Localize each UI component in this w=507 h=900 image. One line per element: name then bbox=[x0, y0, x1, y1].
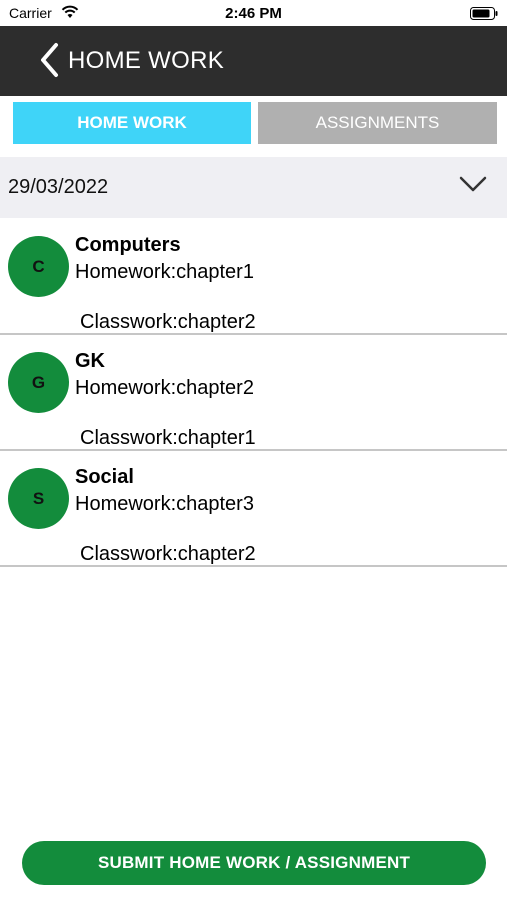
list-item[interactable]: S Social Homework:chapter3 Classwork:cha… bbox=[0, 451, 507, 567]
classwork-text: Classwork:chapter2 bbox=[80, 311, 256, 333]
page-title: HOME WORK bbox=[68, 47, 225, 74]
navigation-bar: HOME WORK bbox=[0, 26, 507, 96]
avatar: C bbox=[8, 236, 69, 297]
homework-text: Homework:chapter3 bbox=[75, 493, 254, 515]
avatar: S bbox=[8, 468, 69, 529]
homework-text: Homework:chapter1 bbox=[75, 261, 254, 283]
back-chevron-icon[interactable] bbox=[38, 42, 60, 78]
classwork-text: Classwork:chapter1 bbox=[80, 427, 256, 449]
subject-name: Computers bbox=[75, 234, 181, 256]
status-time: 2:46 PM bbox=[225, 5, 282, 22]
date-selector[interactable]: 29/03/2022 bbox=[0, 157, 507, 218]
avatar: G bbox=[8, 352, 69, 413]
tab-assignments[interactable]: ASSIGNMENTS bbox=[258, 102, 497, 144]
subject-name: GK bbox=[75, 350, 105, 372]
classwork-text: Classwork:chapter2 bbox=[80, 543, 256, 565]
list-item[interactable]: C Computers Homework:chapter1 Classwork:… bbox=[0, 219, 507, 335]
submit-homework-assignment-button[interactable]: SUBMIT HOME WORK / ASSIGNMENT bbox=[22, 841, 486, 885]
chevron-down-icon[interactable] bbox=[459, 176, 487, 192]
selected-date: 29/03/2022 bbox=[8, 176, 109, 198]
homework-text: Homework:chapter2 bbox=[75, 377, 254, 399]
list-item[interactable]: G GK Homework:chapter2 Classwork:chapter… bbox=[0, 335, 507, 451]
subject-name: Social bbox=[75, 466, 134, 488]
status-bar: Carrier 2:46 PM bbox=[0, 0, 507, 26]
battery-icon bbox=[470, 7, 498, 20]
tab-home-work[interactable]: HOME WORK bbox=[13, 102, 251, 144]
